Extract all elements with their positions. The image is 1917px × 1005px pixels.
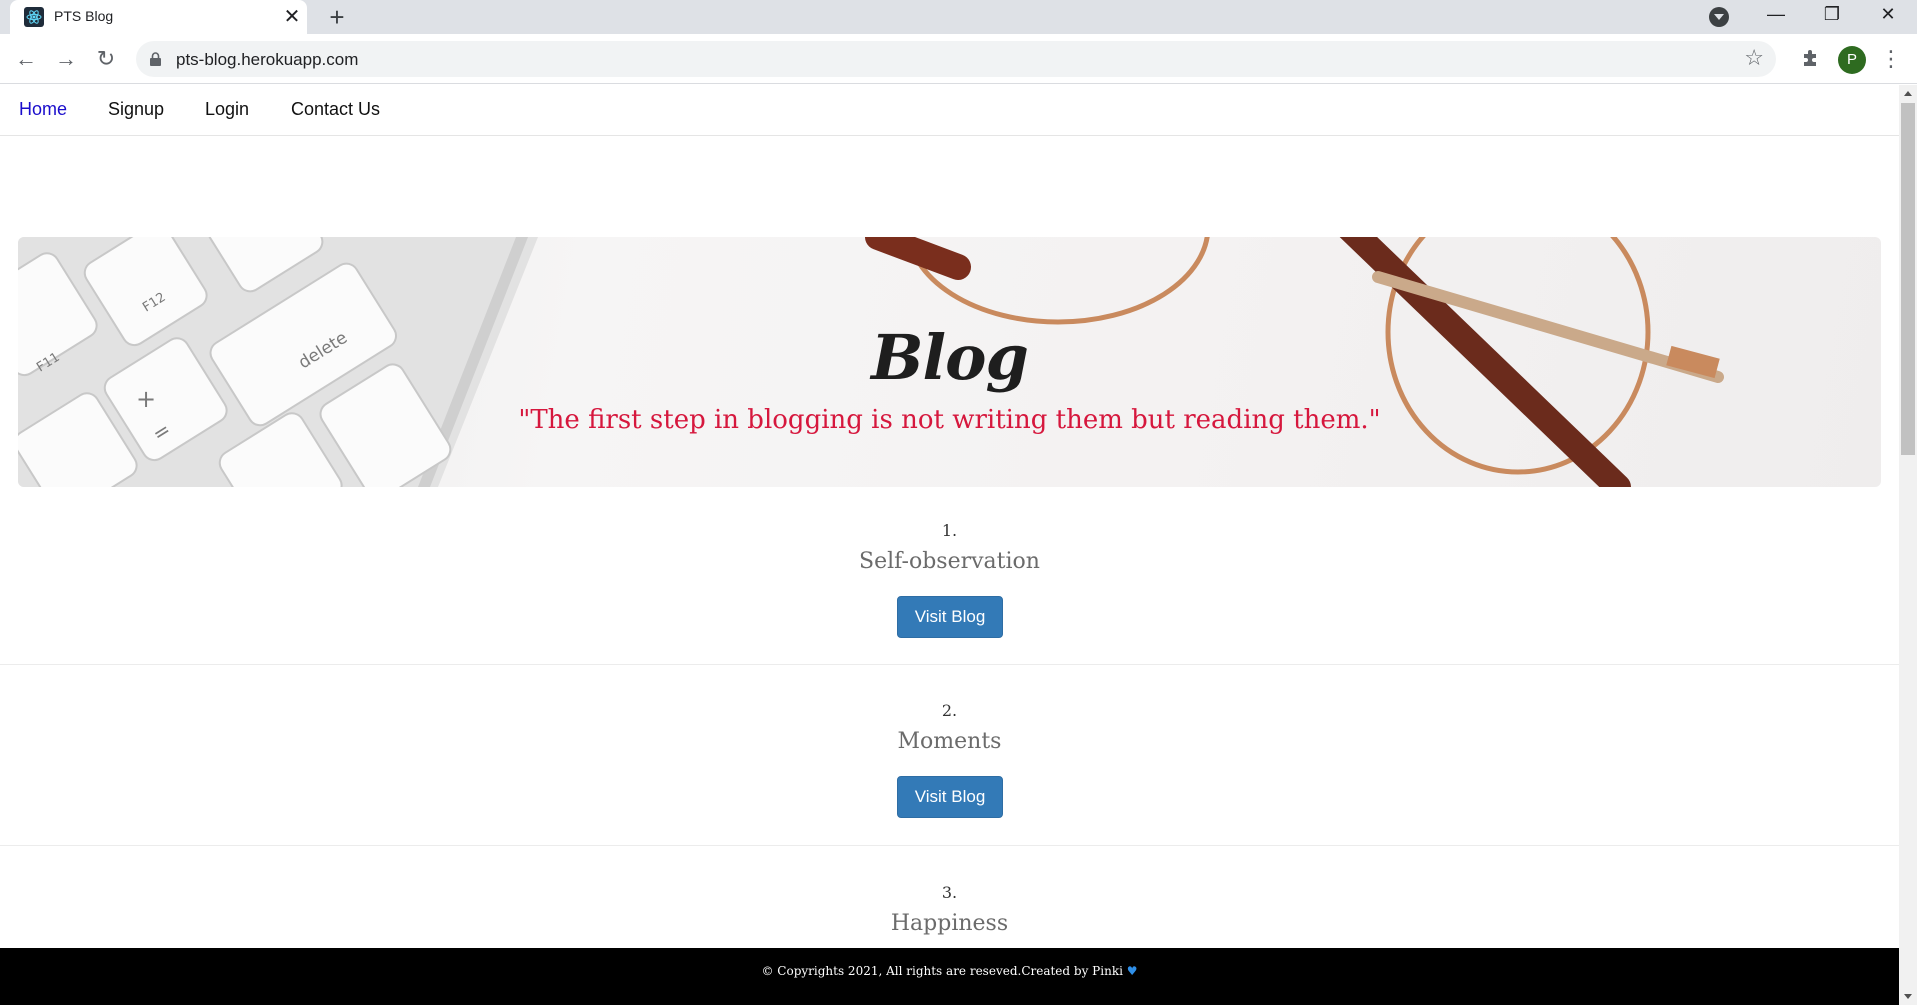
nav-login-link[interactable]: Login (205, 99, 249, 120)
browser-tab[interactable]: PTS Blog ✕ (10, 0, 307, 34)
nav-contact-link[interactable]: Contact Us (291, 99, 380, 120)
back-icon[interactable]: ← (10, 43, 42, 75)
url-text: pts-blog.herokuapp.com (176, 50, 359, 69)
minimize-icon[interactable]: — (1748, 0, 1804, 30)
post-number: 2. (941, 701, 958, 720)
site-footer: © Copyrights 2021, All rights are reseve… (0, 948, 1899, 1005)
post-title: Happiness (890, 911, 1009, 936)
plus-icon[interactable]: + (322, 2, 352, 32)
blog-post-item: 2. Moments Visit Blog (0, 665, 1899, 846)
scroll-thumb[interactable] (1901, 103, 1915, 455)
close-icon[interactable]: ✕ (280, 5, 304, 29)
visit-blog-button[interactable]: Visit Blog (897, 596, 1003, 638)
hero-title: Blog (871, 321, 1029, 394)
post-number: 3. (941, 883, 958, 902)
tab-strip: PTS Blog ✕ + — ❐ ✕ (0, 0, 1917, 34)
scroll-up-arrow[interactable] (1899, 85, 1917, 103)
restore-icon[interactable]: ❐ (1804, 0, 1860, 30)
address-bar[interactable]: pts-blog.herokuapp.com ☆ (136, 41, 1776, 77)
react-favicon-icon (24, 7, 44, 27)
visit-blog-button[interactable]: Visit Blog (897, 776, 1003, 818)
nav-signup-link[interactable]: Signup (108, 99, 164, 120)
profile-avatar[interactable]: P (1838, 46, 1866, 74)
page-scrollbar[interactable] (1899, 85, 1917, 1005)
scroll-down-arrow[interactable] (1899, 987, 1917, 1005)
tab-search-icon[interactable] (1709, 7, 1729, 27)
hero-quote: "The first step in blogging is not writi… (518, 405, 1381, 435)
forward-icon[interactable]: → (50, 43, 82, 75)
reload-icon[interactable]: ↻ (90, 43, 122, 75)
extensions-icon[interactable] (1800, 46, 1824, 70)
page-viewport: Home Signup Login Contact Us delete F12 (0, 85, 1899, 1005)
post-title: Moments (897, 729, 1002, 754)
heart-icon: ♥ (1126, 964, 1138, 978)
hero-banner: delete F12 F11 + = Blog "The first step … (18, 237, 1881, 487)
footer-text: © Copyrights 2021, All rights are reseve… (761, 964, 1123, 978)
nav-home-link[interactable]: Home (19, 99, 67, 120)
star-icon[interactable]: ☆ (1744, 45, 1764, 71)
browser-toolbar: ← → ↻ pts-blog.herokuapp.com ☆ P ⋮ (0, 34, 1917, 84)
post-title: Self-observation (859, 549, 1040, 574)
kebab-menu-icon[interactable]: ⋮ (1880, 44, 1902, 74)
post-number: 1. (941, 521, 958, 540)
window-close-icon[interactable]: ✕ (1860, 0, 1916, 30)
site-navbar: Home Signup Login Contact Us (0, 85, 1899, 136)
blog-post-item: 1. Self-observation Visit Blog (0, 487, 1899, 665)
tab-title: PTS Blog (54, 8, 114, 24)
lock-icon (150, 52, 161, 66)
